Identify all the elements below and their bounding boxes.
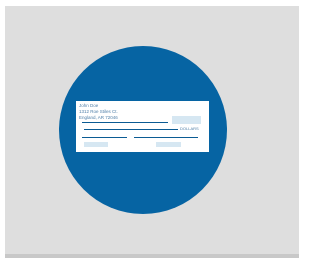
memo-field <box>84 142 108 147</box>
signature-line <box>134 137 198 138</box>
dollars-label: DOLLARS <box>180 126 199 131</box>
bank-check-illustration: John Doe 1312 Roe Stiles Ct. England, AR… <box>76 101 209 152</box>
memo-line <box>82 137 127 138</box>
payer-city: England, AR 72046 <box>79 115 118 120</box>
signature-field <box>156 142 181 147</box>
amount-words-line <box>84 129 178 130</box>
amount-box <box>172 116 201 124</box>
payer-address-block: John Doe 1312 Roe Stiles Ct. England, AR… <box>79 103 118 121</box>
payee-line <box>82 122 168 123</box>
panel-shadow <box>5 254 299 258</box>
